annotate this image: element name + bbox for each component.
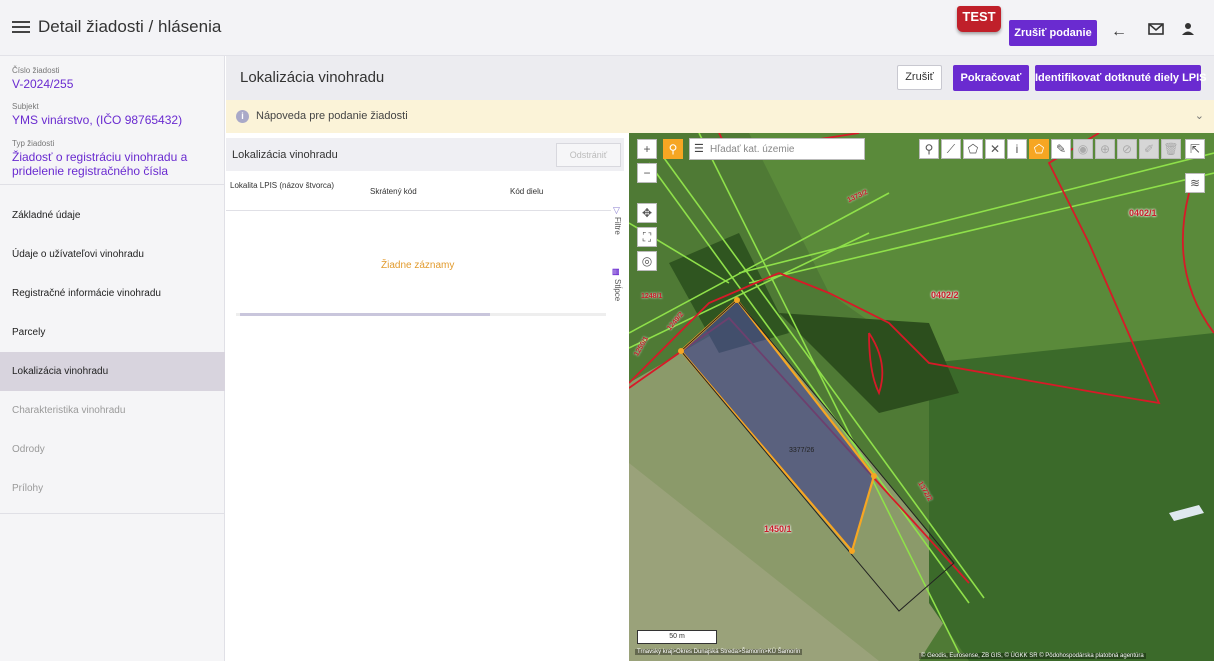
nav-item-vineyard-characteristics: Charakteristika vinohradu [12, 405, 126, 416]
nav-divider [0, 513, 225, 514]
page-title: Lokalizácia vinohradu [240, 69, 385, 86]
info-tool-icon[interactable]: i [1007, 139, 1027, 159]
edit-pencil-icon[interactable]: ✎ [1051, 139, 1071, 159]
cancel-button[interactable]: Zrušiť [897, 65, 942, 90]
subject-label: Subjekt [12, 102, 39, 111]
draw-polygon-active-icon[interactable]: ⬠ [1029, 139, 1049, 159]
column-header-short-code[interactable]: Skrátený kód [366, 171, 506, 211]
nav-item-vineyard-localization[interactable]: Lokalizácia vinohradu [0, 352, 225, 391]
top-bar: Detail žiadosti / hlásenia TEST Zrušiť p… [0, 0, 1214, 56]
mail-icon[interactable] [1146, 22, 1166, 42]
section-nav: Základné údaje Údaje o užívateľovi vinoh… [0, 184, 225, 508]
request-subject: Subjekt YMS vinárstvo, (IČO 98765432) [12, 102, 182, 127]
parcel-label: 1450/1 [764, 524, 792, 534]
filter-tab[interactable]: Filtre [613, 217, 622, 235]
table-title: Lokalizácia vinohradu [232, 149, 338, 161]
help-bar[interactable]: i Nápoveda pre podanie žiadosti ⌄ [226, 100, 1214, 133]
map-scale-bar: 50 m [637, 630, 717, 644]
layers-icon[interactable]: ≋ [1185, 173, 1205, 193]
location-breadcrumb: Trnavský kraj>Okres Dunajská Streda>Šamo… [635, 649, 803, 655]
test-environment-badge: TEST [957, 6, 1001, 32]
nav-item-registration-info[interactable]: Registračné informácie vinohradu [0, 274, 225, 313]
chevron-down-icon[interactable]: ⌄ [1195, 109, 1204, 122]
split-icon: ⊘ [1117, 139, 1137, 159]
app-title: Detail žiadosti / hlásenia [38, 17, 222, 36]
request-number-label: Číslo žiadosti [12, 66, 60, 75]
search-placeholder: Hľadať kat. územie [710, 144, 795, 155]
erase-icon: ✐ [1139, 139, 1159, 159]
help-text: Nápoveda pre podanie žiadosti [256, 110, 408, 122]
search-list-icon: ☰ [694, 143, 704, 155]
identify-lpis-button[interactable]: Identifikovať dotknuté diely LPIS [1035, 65, 1207, 91]
localization-table-panel: Lokalizácia vinohradu Odstrániť Lokalita… [226, 133, 628, 661]
line-tool-icon[interactable]: ⟋ [941, 139, 961, 159]
nav-item-parcels[interactable]: Parcely [0, 313, 225, 352]
export-icon[interactable]: ⇱ [1185, 139, 1205, 159]
subject-value: YMS vinárstvo, (IČO 98765432) [12, 113, 183, 127]
zoom-out-button[interactable]: − [637, 163, 657, 183]
table-header-bar: Lokalizácia vinohradu Odstrániť [226, 138, 624, 171]
cadastral-search-input[interactable]: ☰ Hľadať kat. územie [689, 138, 865, 160]
hamburger-menu-icon[interactable] [12, 18, 30, 36]
zoom-in-button[interactable]: + [637, 139, 657, 159]
user-account-icon[interactable] [1178, 22, 1198, 42]
scrollbar-thumb[interactable] [240, 313, 490, 316]
map-view[interactable]: 0402/1 0402/2 1450/1 1248/1 1249/2 1250/… [629, 133, 1214, 661]
move-icon: ⊕ [1095, 139, 1115, 159]
parcel-label: 0402/1 [1129, 208, 1157, 218]
pan-icon[interactable]: ✥ [637, 203, 657, 223]
table-side-toolbar: ▽ Filtre ▥ Stĺpce [611, 205, 625, 315]
request-type-value: Žiadosť o registráciu vinohradu a pridel… [12, 150, 188, 178]
parcel-id-label: 3377/26 [789, 447, 815, 454]
continue-button[interactable]: Pokračovať [953, 65, 1029, 91]
cancel-submission-button[interactable]: Zrušiť podanie [1009, 20, 1097, 46]
lpis-label: 1248/1 [641, 293, 663, 300]
polygon-tool-icon[interactable]: ⬠ [963, 139, 983, 159]
parcel-label: 0402/2 [931, 290, 959, 300]
back-arrow-icon[interactable]: ← [1109, 22, 1129, 42]
sidebar: Číslo žiadosti V-2024/255 Subjekt YMS vi… [0, 56, 225, 661]
request-type-label: Typ žiadosti [12, 139, 55, 148]
map-canvas[interactable] [629, 133, 1214, 661]
nav-item-attachments: Prílohy [12, 483, 44, 494]
nav-item-basic-data[interactable]: Základné údaje [0, 196, 225, 235]
request-type: Typ žiadosti Žiadosť o registráciu vinoh… [12, 139, 217, 178]
nav-item-varieties: Odrody [12, 444, 45, 455]
locate-icon[interactable]: ◎ [637, 251, 657, 271]
request-number-value: V-2024/255 [12, 77, 74, 91]
map-attribution: © Geodis, Eurosense, ZB GIS, © ÚGKK SR ©… [919, 653, 1146, 659]
columns-icon[interactable]: ▥ [612, 267, 620, 276]
columns-tab[interactable]: Stĺpce [613, 279, 622, 301]
search-icon[interactable]: ⚲ [663, 139, 683, 159]
marker-icon[interactable]: ⚲ [919, 139, 939, 159]
close-icon[interactable]: ✕ [985, 139, 1005, 159]
filter-icon[interactable]: ▽ [613, 205, 620, 216]
remove-button: Odstrániť [556, 143, 621, 167]
nav-item-user-data[interactable]: Údaje o užívateľovi vinohradu [0, 235, 225, 274]
column-header-part-code[interactable]: Kód dielu [506, 171, 611, 211]
fullscreen-icon[interactable]: ⛶ [637, 227, 657, 247]
horizontal-scrollbar[interactable] [236, 313, 606, 316]
view-icon: ◉ [1073, 139, 1093, 159]
empty-state-text: Žiadne záznamy [381, 260, 455, 271]
delete-icon: 🗑 [1161, 139, 1181, 159]
request-number: Číslo žiadosti V-2024/255 [12, 66, 73, 91]
column-header-lpis-location[interactable]: Lokalita LPIS (názov štvorca) [226, 171, 366, 211]
info-icon: i [236, 110, 249, 123]
